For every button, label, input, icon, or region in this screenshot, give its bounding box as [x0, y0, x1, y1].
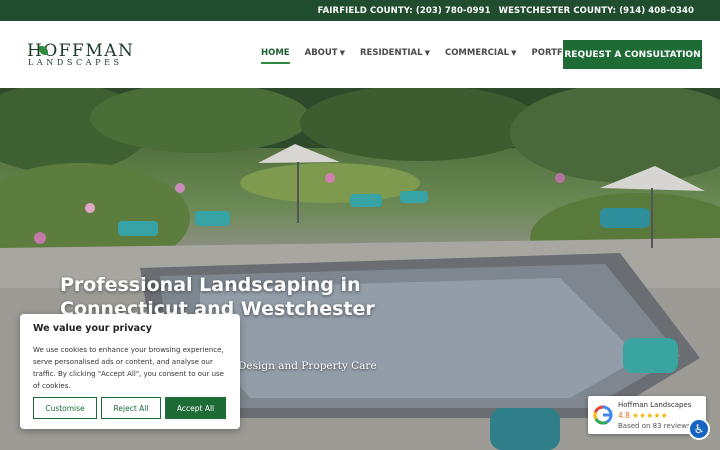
google-g-icon: [593, 405, 613, 425]
nav-residential[interactable]: RESIDENTIAL ▼: [360, 48, 430, 58]
cookie-consent-dialog: We value your privacy We use cookies to …: [20, 314, 240, 429]
cookie-message: We use cookies to enhance your browsing …: [33, 346, 224, 390]
rating-row: 4.8 ★★★★★: [618, 411, 668, 420]
caret-down-icon: ▼: [339, 49, 345, 57]
nav-commercial[interactable]: COMMERCIAL ▼: [445, 48, 517, 58]
site-header: HOFFMAN LANDSCAPES HOME ABOUT ▼ RESIDENTI…: [0, 21, 720, 88]
westchester-phone-link[interactable]: WESTCHESTER COUNTY: (914) 408-0340: [499, 6, 694, 16]
logo-tagline: LANDSCAPES: [28, 58, 123, 67]
cookie-title: We value your privacy: [33, 323, 152, 334]
main-navigation: HOME ABOUT ▼ RESIDENTIAL ▼ COMMERCIAL ▼ POR…: [261, 48, 601, 64]
top-contact-bar: FAIRFIELD COUNTY: (203) 780-0991 WESTCHE…: [0, 0, 720, 21]
nav-home[interactable]: HOME: [261, 48, 290, 64]
customise-button[interactable]: Customise: [33, 397, 97, 419]
nav-about[interactable]: ABOUT ▼: [305, 48, 345, 58]
site-logo[interactable]: HOFFMAN LANDSCAPES: [27, 41, 133, 69]
rating-value: 4.8: [618, 411, 630, 420]
accept-all-button[interactable]: Accept All: [165, 397, 226, 419]
reject-all-button[interactable]: Reject All: [101, 397, 161, 419]
request-consultation-button[interactable]: REQUEST A CONSULTATION: [563, 40, 702, 69]
accessibility-icon[interactable]: ♿: [688, 418, 710, 440]
cookie-buttons: Customise Reject All Accept All: [33, 397, 226, 419]
fairfield-phone-link[interactable]: FAIRFIELD COUNTY: (203) 780-0991: [318, 6, 491, 16]
review-count: Based on 83 reviews: [618, 422, 691, 430]
caret-down-icon: ▼: [511, 49, 517, 57]
hero-subtitle: Design and Property Care: [238, 360, 377, 372]
business-name: Hoffman Landscapes: [618, 401, 692, 409]
rating-stars: ★★★★★: [631, 411, 669, 420]
caret-down-icon: ▼: [424, 49, 430, 57]
